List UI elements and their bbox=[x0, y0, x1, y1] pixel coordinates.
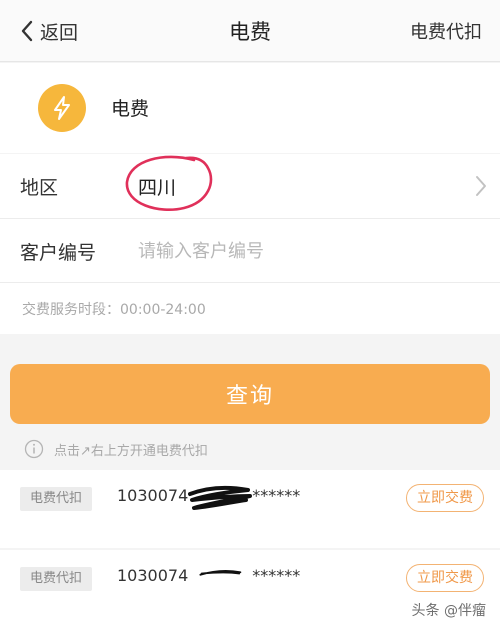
region-label: 地区 bbox=[20, 177, 59, 199]
service-hours: 交费服务时段：00:00-24:00 bbox=[22, 302, 206, 318]
auto-pay-link[interactable]: 电费代扣 bbox=[410, 18, 482, 44]
redaction-scribble bbox=[188, 485, 252, 510]
biz-header: 电费 bbox=[0, 63, 500, 153]
customer-number-input[interactable] bbox=[138, 233, 468, 269]
pay-now-button[interactable]: 立即交费 bbox=[406, 484, 484, 512]
region-selector[interactable]: 地区 四川 bbox=[0, 154, 500, 218]
biz-name: 电费 bbox=[111, 98, 150, 120]
pay-now-button[interactable]: 立即交费 bbox=[406, 564, 484, 592]
region-value: 四川 bbox=[138, 177, 177, 199]
watermark: 头条 @伴瘤 bbox=[411, 603, 486, 619]
service-hours-block: 交费服务时段：00:00-24:00 bbox=[0, 282, 500, 334]
account-number-mask: ****** bbox=[252, 566, 301, 585]
tip-text: 点击↗右上方开通电费代扣 bbox=[54, 443, 208, 459]
lightning-icon bbox=[38, 84, 86, 132]
account-number-prefix: 1030074 bbox=[117, 486, 189, 505]
auto-pay-tip: 点击↗右上方开通电费代扣 bbox=[24, 438, 208, 460]
account-number-mask: ****** bbox=[252, 486, 301, 505]
nav-bar: 返回 电费 电费代扣 bbox=[0, 0, 500, 62]
auto-pay-tag: 电费代扣 bbox=[20, 487, 93, 511]
list-item: 电费代扣 1030074 ****** 立即交费 bbox=[0, 470, 500, 548]
chevron-right-icon bbox=[476, 176, 486, 196]
redaction-scribble bbox=[199, 570, 242, 576]
customer-number-row: 客户编号 bbox=[0, 218, 500, 282]
query-button[interactable]: 查询 bbox=[10, 364, 490, 424]
info-icon bbox=[24, 439, 44, 459]
customer-number-label: 客户编号 bbox=[20, 242, 97, 264]
account-number-prefix: 1030074 bbox=[117, 566, 189, 585]
auto-pay-tag: 电费代扣 bbox=[20, 567, 93, 591]
